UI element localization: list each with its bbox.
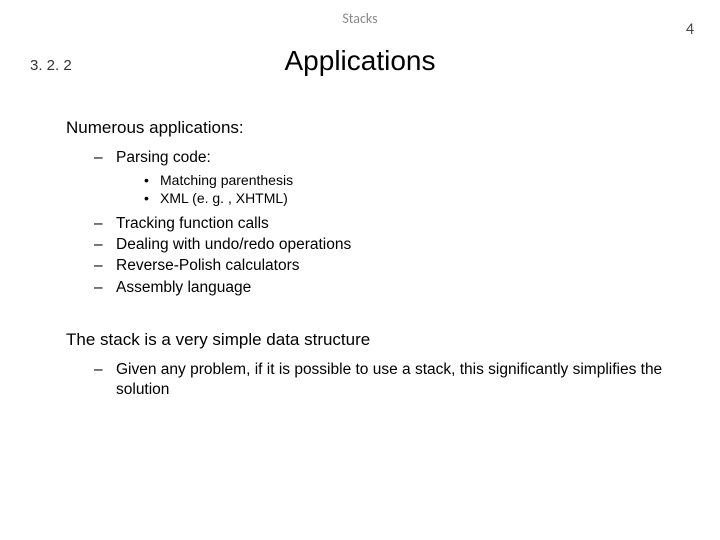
topic-header: Stacks bbox=[24, 10, 696, 27]
list-item: Given any problem, if it is possible to … bbox=[94, 360, 666, 399]
list-item: Matching parenthesis bbox=[144, 172, 666, 190]
sublist: Matching parenthesis XML (e. g. , XHTML) bbox=[116, 172, 666, 208]
list-item: Tracking function calls bbox=[94, 214, 666, 233]
item-label: Matching parenthesis bbox=[160, 172, 293, 188]
item-label: Reverse-Polish calculators bbox=[116, 257, 300, 274]
list-item: Reverse-Polish calculators bbox=[94, 256, 666, 275]
item-label: Dealing with undo/redo operations bbox=[116, 236, 351, 253]
list-2: Given any problem, if it is possible to … bbox=[66, 360, 666, 399]
heading-row: 3. 2. 2 Applications bbox=[24, 45, 696, 77]
item-label: Given any problem, if it is possible to … bbox=[116, 361, 662, 397]
slide-title: Applications bbox=[76, 45, 644, 77]
list-1: Parsing code: Matching parenthesis XML (… bbox=[66, 148, 666, 297]
list-item: Assembly language bbox=[94, 278, 666, 297]
item-label: XML (e. g. , XHTML) bbox=[160, 190, 288, 206]
lead-text-1: Numerous applications: bbox=[66, 117, 666, 138]
list-item: Parsing code: Matching parenthesis XML (… bbox=[94, 148, 666, 207]
list-item: Dealing with undo/redo operations bbox=[94, 235, 666, 254]
lead-text-2: The stack is a very simple data structur… bbox=[66, 329, 666, 350]
slide-body: Numerous applications: Parsing code: Mat… bbox=[24, 117, 696, 399]
item-label: Tracking function calls bbox=[116, 215, 269, 232]
slide: Stacks 4 3. 2. 2 Applications Numerous a… bbox=[0, 0, 720, 540]
item-label: Parsing code: bbox=[116, 149, 211, 166]
page-number: 4 bbox=[686, 20, 694, 39]
section-number: 3. 2. 2 bbox=[30, 57, 76, 74]
list-item: XML (e. g. , XHTML) bbox=[144, 190, 666, 208]
item-label: Assembly language bbox=[116, 279, 251, 296]
